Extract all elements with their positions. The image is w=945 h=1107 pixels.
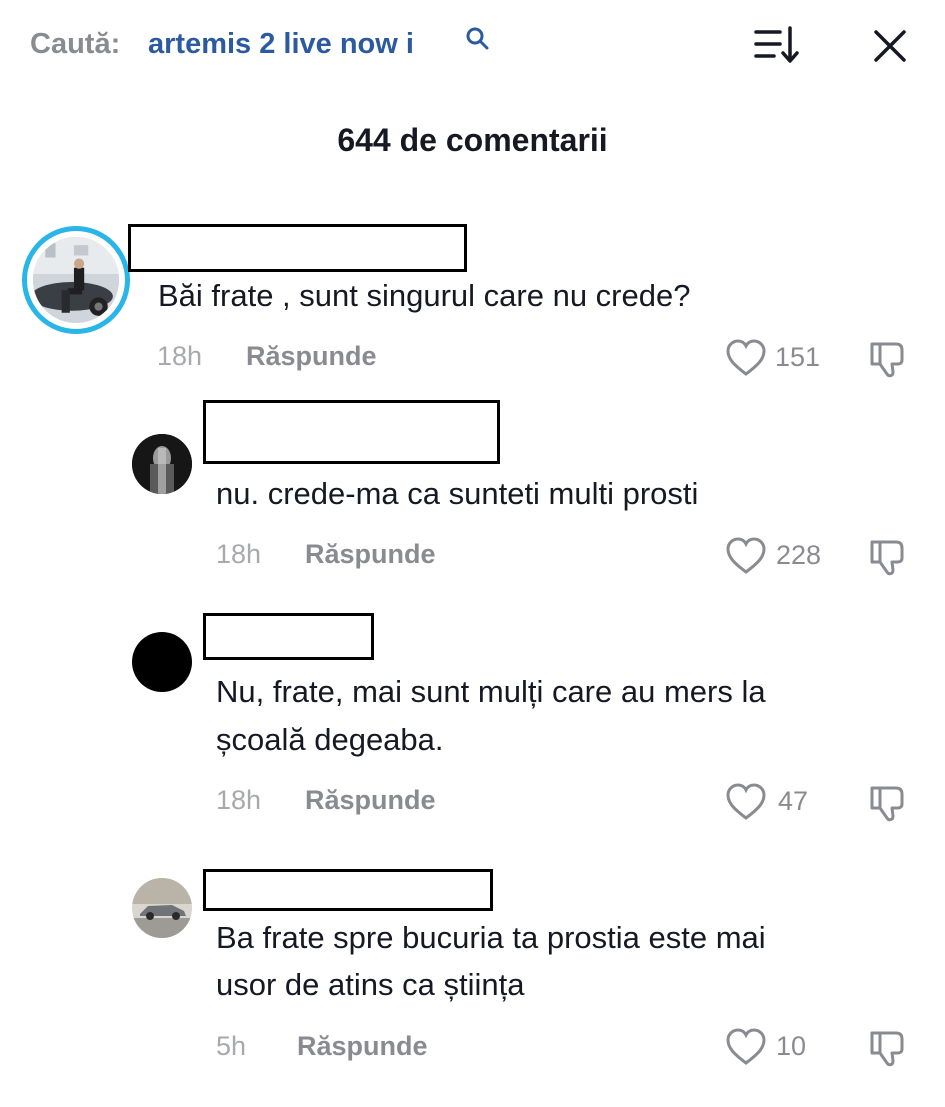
reply-button[interactable]: Răspunde	[246, 341, 377, 372]
comment-timestamp: 18h	[216, 785, 262, 815]
close-icon[interactable]	[868, 24, 912, 68]
comment-text-line: Nu, frate, mai sunt mulți care au mers l…	[216, 674, 766, 709]
search-query-link[interactable]: artemis 2 live now i	[148, 28, 414, 61]
username-redacted[interactable]	[203, 869, 493, 911]
username-redacted[interactable]	[128, 224, 467, 272]
avatar[interactable]	[22, 226, 130, 334]
username-redacted[interactable]	[203, 613, 374, 660]
avatar[interactable]	[132, 632, 192, 692]
sort-icon[interactable]	[752, 24, 800, 66]
search-icon[interactable]	[465, 26, 491, 52]
reply-button[interactable]: Răspunde	[297, 1031, 428, 1062]
heart-icon[interactable]	[724, 536, 768, 576]
comment-text-line: usor de atins ca știința	[216, 967, 525, 1002]
username-redacted[interactable]	[203, 400, 500, 464]
avatar-photo	[132, 434, 192, 494]
avatar[interactable]	[132, 878, 192, 938]
avatar-photo	[132, 878, 192, 938]
comment-text: Băi frate , sunt singurul care nu crede?	[158, 278, 691, 313]
search-prefix-label: Caută:	[30, 28, 121, 60]
comment-timestamp: 5h	[216, 1031, 247, 1061]
dislike-icon[interactable]	[866, 780, 910, 824]
comments-count-title: 644 de comentarii	[337, 122, 608, 158]
avatar-photo	[33, 237, 119, 323]
like-count: 151	[775, 342, 821, 372]
dislike-icon[interactable]	[866, 336, 910, 380]
comment-text-line: Ba frate spre bucuria ta prostia este ma…	[216, 920, 766, 955]
heart-icon[interactable]	[724, 338, 768, 378]
heart-icon[interactable]	[724, 1027, 768, 1067]
comment-timestamp: 18h	[157, 341, 203, 371]
like-count: 10	[776, 1031, 807, 1061]
comment-text: nu. crede-ma ca sunteti multi prosti	[216, 476, 699, 511]
comment-timestamp: 18h	[216, 539, 262, 569]
like-count: 228	[776, 540, 822, 570]
reply-button[interactable]: Răspunde	[305, 539, 436, 570]
dislike-icon[interactable]	[866, 534, 910, 578]
reply-button[interactable]: Răspunde	[305, 785, 436, 816]
avatar[interactable]	[132, 434, 192, 494]
heart-icon[interactable]	[724, 782, 768, 822]
comment-text-line: școală degeaba.	[216, 722, 444, 757]
dislike-icon[interactable]	[866, 1025, 910, 1069]
like-count: 47	[778, 786, 809, 816]
